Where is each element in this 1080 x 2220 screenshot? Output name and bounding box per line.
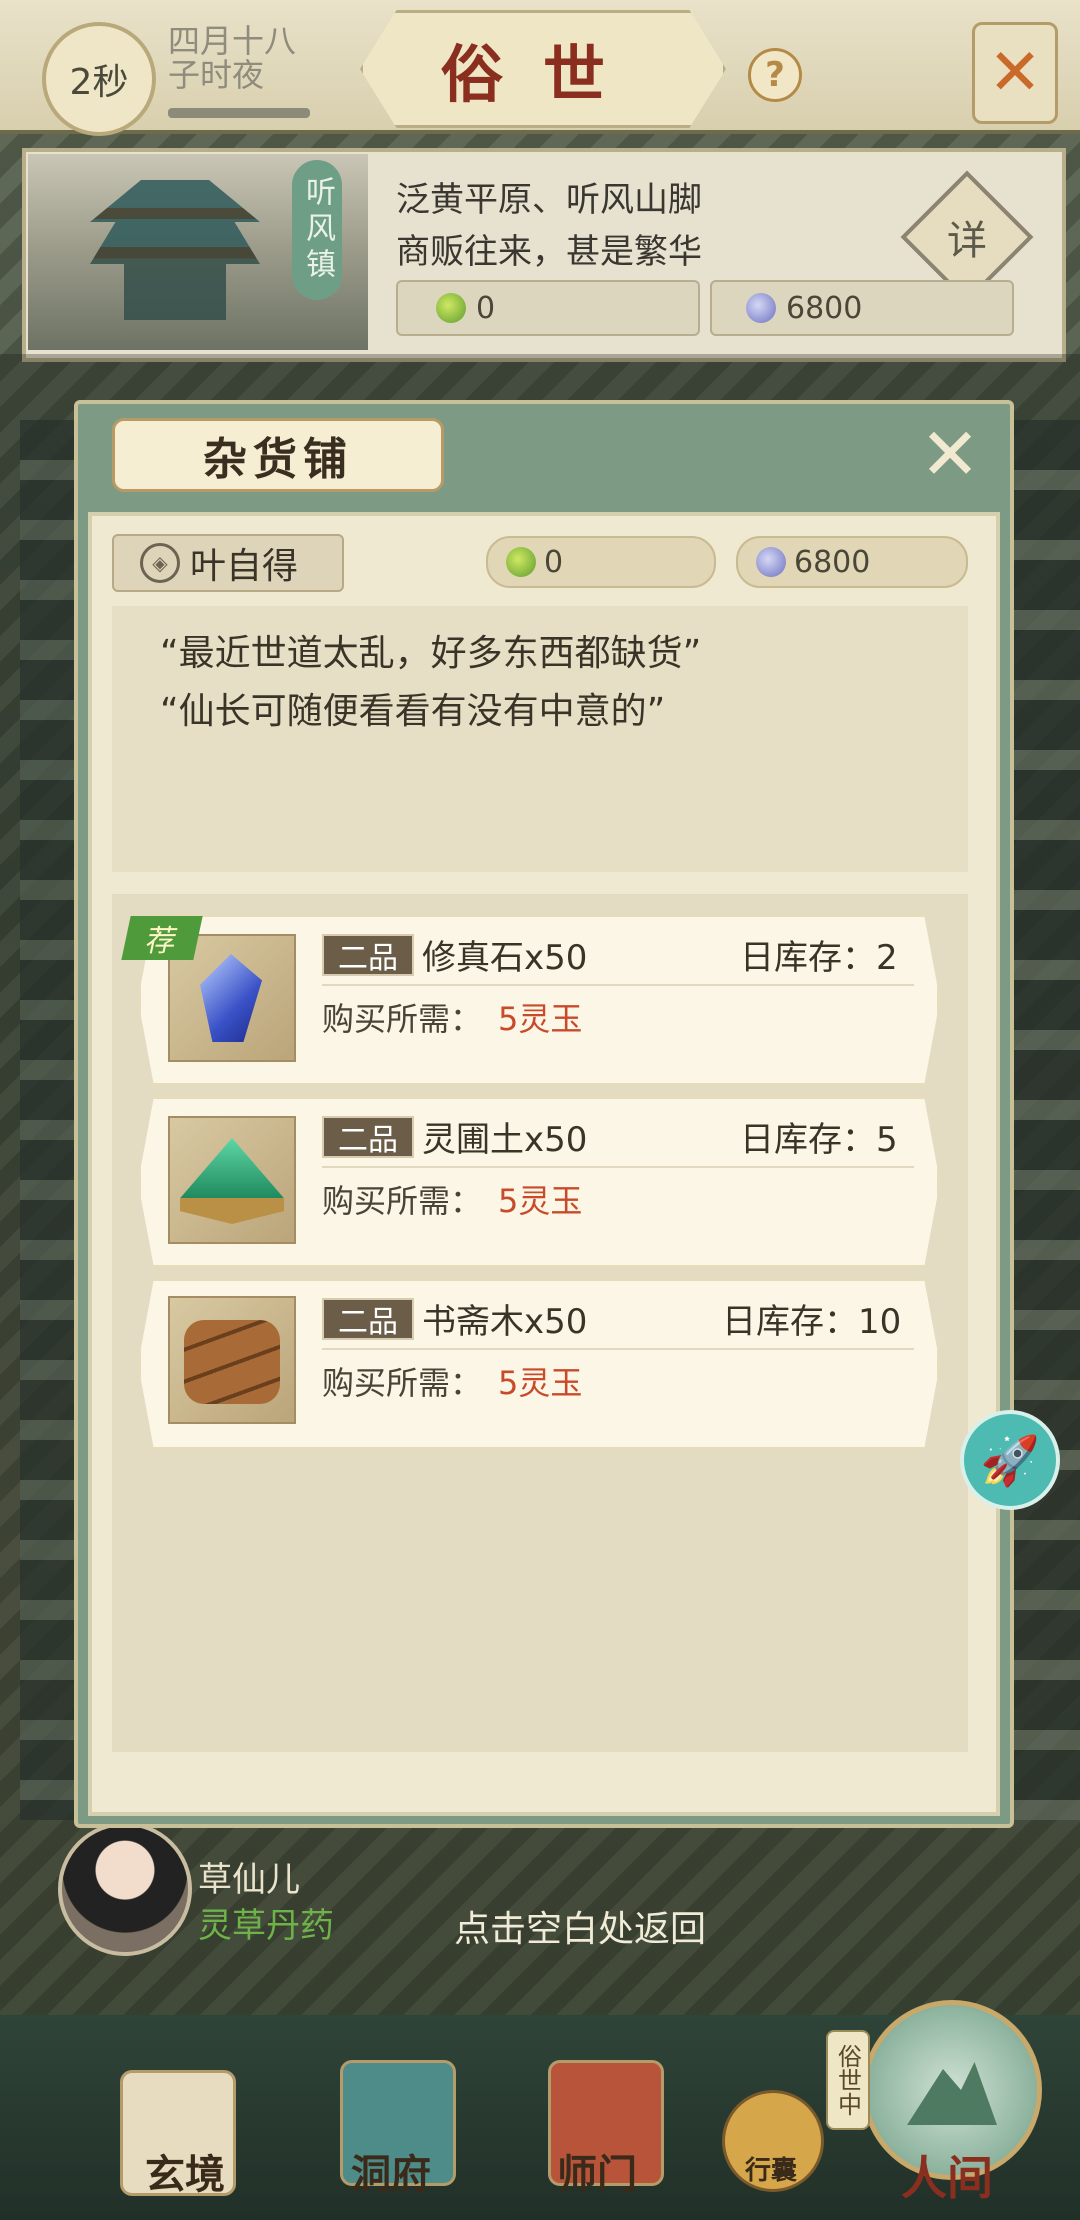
dialog-jade-counter: 0 xyxy=(486,536,716,588)
dialog-jade-amount: 0 xyxy=(544,544,564,580)
npc-name: 草仙儿 xyxy=(198,1860,300,1900)
soil-icon xyxy=(180,1138,284,1224)
item-stock: 日库存：5 xyxy=(740,1120,898,1160)
item-grade: 二品 xyxy=(322,934,414,976)
top-close-button[interactable]: ✕ xyxy=(972,22,1058,124)
item-divider xyxy=(322,1166,914,1168)
coin-counter: 6800 xyxy=(710,280,1014,336)
current-realm-tag: 俗世中 xyxy=(826,2030,870,2130)
item-grade: 二品 xyxy=(322,1298,414,1340)
help-button[interactable]: ? xyxy=(748,48,802,102)
date-lunar: 四月十八 xyxy=(168,22,297,60)
coin-symbol-icon: ◈ xyxy=(140,543,180,583)
detail-label[interactable]: 详 xyxy=(920,190,1014,284)
nav-label-xuanjing[interactable]: 玄境 xyxy=(110,2142,260,2200)
dialog-close-button[interactable]: ✕ xyxy=(912,412,988,496)
dialog-title: 杂货铺 xyxy=(112,418,444,492)
item-grade: 二品 xyxy=(322,1116,414,1158)
recommend-badge: 荐 xyxy=(121,916,203,960)
rocket-button[interactable]: 🚀 xyxy=(960,1410,1060,1510)
jade-icon xyxy=(436,293,466,323)
jade-counter: 0 xyxy=(396,280,700,336)
nav-label-renjian[interactable]: 人间 xyxy=(872,2142,1022,2208)
item-price-label: 购买所需： xyxy=(322,1000,483,1038)
npc-role: 灵草丹药 xyxy=(198,1906,334,1946)
back-hint: 点击空白处返回 xyxy=(453,1909,706,1950)
rocket-icon: 🚀 xyxy=(980,1432,1040,1489)
dialog-coin-counter: 6800 xyxy=(736,536,968,588)
nav-label-shimen[interactable]: 师门 xyxy=(522,2142,672,2200)
item-divider xyxy=(322,1348,914,1350)
coin-icon xyxy=(756,547,786,577)
item-price-label: 购买所需： xyxy=(322,1364,483,1402)
item-price: 5灵玉 xyxy=(498,1364,583,1402)
speech-line-1: “最近世道太乱，好多东西都缺货” xyxy=(160,633,702,674)
page-title: 俗世 xyxy=(440,38,645,111)
town-name: 听风镇 xyxy=(292,160,342,300)
item-stock: 日库存：10 xyxy=(722,1302,902,1342)
shopkeeper-tag: ◈ 叶自得 xyxy=(112,534,344,592)
location-description-1: 泛黄平原、听风山脚 xyxy=(396,180,702,220)
speech-line-2: “仙长可随便看看有没有中意的” xyxy=(160,691,666,732)
item-divider xyxy=(322,984,914,986)
date-time-period: 子时夜 xyxy=(168,56,265,94)
page-title-plate: 俗世 xyxy=(360,10,726,128)
item-stock: 日库存：2 xyxy=(740,938,898,978)
wood-icon-frame xyxy=(168,1296,296,1424)
item-price: 5灵玉 xyxy=(498,1182,583,1220)
dialog-coin-amount: 6800 xyxy=(794,544,871,580)
timer-badge: 2秒 xyxy=(42,22,156,136)
coin-amount: 6800 xyxy=(786,290,863,326)
jade-amount: 0 xyxy=(476,290,496,326)
coin-icon xyxy=(746,293,776,323)
item-name: 修真石x50 xyxy=(422,938,588,978)
item-price-label: 购买所需： xyxy=(322,1182,483,1220)
mountain-icon xyxy=(907,2062,997,2125)
location-description-2: 商贩往来，甚是繁华 xyxy=(396,232,702,272)
time-progress-bar xyxy=(168,108,310,118)
crystal-icon xyxy=(200,954,262,1042)
item-name: 灵圃土x50 xyxy=(422,1120,588,1160)
nav-label-xingnang[interactable]: 行囊 xyxy=(696,2150,846,2187)
wood-icon xyxy=(184,1320,280,1404)
npc-avatar[interactable] xyxy=(58,1822,192,1956)
item-name: 书斋木x50 xyxy=(422,1302,588,1342)
item-price: 5灵玉 xyxy=(498,1000,583,1038)
soil-icon-frame xyxy=(168,1116,296,1244)
shopkeeper-name: 叶自得 xyxy=(190,546,299,587)
jade-icon xyxy=(506,547,536,577)
nav-label-dongfu[interactable]: 洞府 xyxy=(316,2142,466,2200)
